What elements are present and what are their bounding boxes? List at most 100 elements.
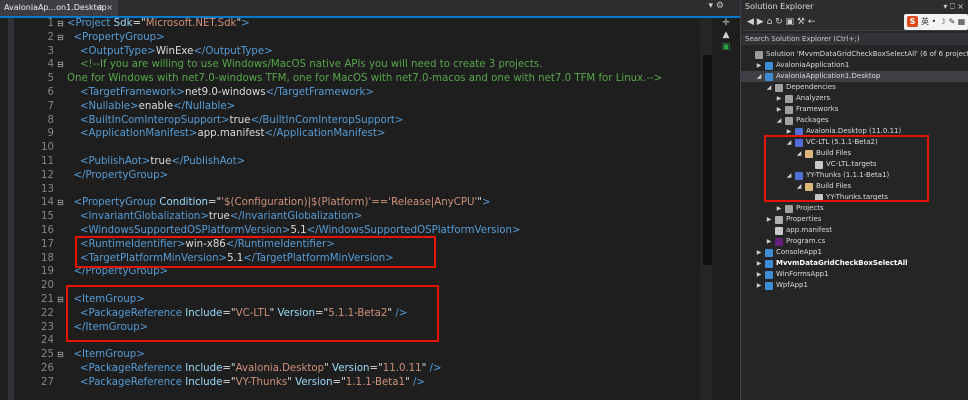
tree-item[interactable]: ▶ Analyzers xyxy=(741,93,968,104)
tree-item[interactable]: ▶ Program.cs xyxy=(741,236,968,247)
code-token: <PropertyGroup> xyxy=(73,31,165,43)
window-controls[interactable]: ▾ ⎕ × xyxy=(943,0,964,14)
code-token: Include xyxy=(185,376,223,388)
code-text: <PropertyGroup> xyxy=(67,31,165,45)
code-line[interactable]: 1 ⊟ <Project Sdk="Microsoft.NET.Sdk"> xyxy=(0,17,700,31)
code-line[interactable]: 14 ⊟ <PropertyGroup Condition="'$(Configu… xyxy=(0,196,700,210)
code-line[interactable]: 12 </PropertyGroup> xyxy=(0,169,700,183)
expand-arrow-icon[interactable]: ▶ xyxy=(765,214,773,225)
code-token: Project xyxy=(75,18,114,29)
expand-arrow-icon[interactable]: ▶ xyxy=(755,258,763,269)
expand-arrow-icon[interactable]: ▶ xyxy=(755,60,763,71)
expand-arrow-icon[interactable]: ◢ xyxy=(755,71,763,82)
code-line[interactable]: 8 <BuiltInComInteropSupport>true</BuiltI… xyxy=(0,114,700,128)
code-line[interactable]: 27 <PackageReference Include="VY-Thunks"… xyxy=(0,376,700,390)
code-line[interactable]: 11 <PublishAot>true</PublishAot> xyxy=(0,155,700,169)
tab-options-icon[interactable]: ▾ ⚙ xyxy=(709,1,724,11)
code-token: < xyxy=(67,18,76,29)
code-token: </BuiltInComInteropSupport> xyxy=(250,114,404,126)
code-line[interactable]: 13 xyxy=(0,183,700,197)
code-token: 11.0.11 xyxy=(382,362,422,374)
code-token: <BuiltInComInteropSupport> xyxy=(79,114,230,126)
code-line[interactable]: 4 ⊟ <!--If you are willing to use Windows… xyxy=(0,58,700,72)
code-token: <ApplicationManifest> xyxy=(79,128,198,140)
code-token: =" xyxy=(222,376,236,388)
code-token: <PublishAot> xyxy=(79,155,151,167)
line-number: 23 xyxy=(41,321,54,333)
ime-badge[interactable]: S 英 • ☽ ✎ ▦ xyxy=(904,14,968,30)
code-line[interactable]: 26 <PackageReference Include="Avalonia.D… xyxy=(0,362,700,376)
expand-arrow-icon[interactable]: ▶ xyxy=(755,247,763,258)
fold-toggle-icon[interactable]: ⊟ xyxy=(57,17,65,31)
code-token: app.manifest xyxy=(197,128,265,140)
code-editor[interactable]: AvaloniaAp...on1.Desktop ⊕ × ▾ ⚙ 1 ⊟ <Proj… xyxy=(0,0,740,400)
tree-item[interactable]: ▶ Frameworks xyxy=(741,104,968,115)
expand-arrow-icon[interactable]: ◢ xyxy=(765,82,773,93)
tree-item[interactable]: ▶ Projects xyxy=(741,203,968,214)
tree-item[interactable]: ▶ Properties xyxy=(741,214,968,225)
code-line[interactable]: 5 One for Windows with net7.0-windows TFM… xyxy=(0,72,700,86)
pin-icon[interactable]: ⊕ xyxy=(97,3,104,12)
tree-item[interactable]: ▶ WpfApp1 xyxy=(741,280,968,291)
code-line[interactable]: 15 <InvariantGlobalization>true</Invaria… xyxy=(0,210,700,224)
code-token: =" xyxy=(369,362,383,374)
fold-toggle-icon[interactable]: ⊟ xyxy=(57,58,65,72)
code-token: =" xyxy=(132,18,146,29)
code-line[interactable]: 3 <OutputType>WinExe</OutputType> xyxy=(0,45,700,59)
expand-arrow-icon[interactable]: ▶ xyxy=(755,280,763,291)
code-line[interactable]: 10 xyxy=(0,141,700,155)
code-line[interactable]: 7 <Nullable>enable</Nullable> xyxy=(0,100,700,114)
deps-icon xyxy=(785,116,793,125)
solution-search-input[interactable]: Search Solution Explorer (Ctrl+;) xyxy=(741,33,968,45)
solution-explorer-title-bar: Solution Explorer ▾ ⎕ × xyxy=(741,0,968,14)
expand-arrow-icon[interactable]: ▶ xyxy=(775,93,783,104)
solution-explorer-title: Solution Explorer xyxy=(745,2,814,11)
code-token: </Nullable> xyxy=(173,100,236,112)
expand-arrow-icon[interactable]: ▶ xyxy=(775,203,783,214)
code-text: <!--If you are willing to use Windows/Ma… xyxy=(67,58,542,72)
code-token: <PropertyGroup xyxy=(73,197,160,209)
scroll-up-icon[interactable]: ▲ xyxy=(712,30,740,42)
code-token: > xyxy=(481,197,491,209)
tree-item[interactable]: app.manifest xyxy=(741,225,968,236)
tree-item[interactable]: ◢ AvaloniaApplication1.Desktop xyxy=(741,71,968,82)
tree-item[interactable]: Solution 'MvvmDataGridCheckBoxSelectAll'… xyxy=(741,49,968,60)
expand-arrow-icon[interactable]: ◢ xyxy=(775,115,783,126)
document-tab[interactable]: AvaloniaAp...on1.Desktop ⊕ × xyxy=(0,0,118,16)
expand-arrow-icon[interactable]: ▶ xyxy=(765,236,773,247)
code-text: <PropertyGroup Condition="'$(Configurati… xyxy=(67,196,491,210)
toolbar-icons[interactable]: ◀ ▶ ⌂ ↻ ▣ ⚒ ← xyxy=(747,17,815,27)
expand-arrow-icon[interactable]: ▶ xyxy=(775,104,783,115)
fold-toggle-icon[interactable]: ⊟ xyxy=(57,348,65,362)
line-number: 13 xyxy=(41,183,54,195)
tree-item-label: WpfApp1 xyxy=(776,281,808,289)
fold-toggle-icon[interactable]: ⊟ xyxy=(57,196,65,210)
code-token: </PublishAot> xyxy=(171,155,246,167)
line-number: 1 xyxy=(47,18,54,29)
fold-toggle-icon[interactable]: ⊟ xyxy=(57,293,65,307)
code-line[interactable]: 9 <ApplicationManifest>app.manifest</App… xyxy=(0,127,700,141)
tree-item[interactable]: ◢ Packages xyxy=(741,115,968,126)
tree-item[interactable]: ▶ ConsoleApp1 xyxy=(741,247,968,258)
code-line[interactable]: 2 ⊟ <PropertyGroup> xyxy=(0,31,700,45)
code-line[interactable]: 25 ⊟ <ItemGroup> xyxy=(0,348,700,362)
expand-arrow-icon[interactable]: ▶ xyxy=(755,269,763,280)
ime-badge-label: 英 • ☽ ✎ ▦ xyxy=(921,17,966,26)
split-icon[interactable]: ✛ xyxy=(712,18,740,30)
code-line[interactable]: 6 <TargetFramework>net9.0-windows</Targe… xyxy=(0,86,700,100)
tree-item-label: MvvmDataGridCheckBoxSelectAll xyxy=(776,259,908,267)
project-icon xyxy=(765,270,773,279)
tree-item[interactable]: ▶ WinFormsApp1 xyxy=(741,269,968,280)
fold-toggle-icon[interactable]: ⊟ xyxy=(57,31,65,45)
deps-icon xyxy=(785,94,793,103)
code-token: net9.0-windows xyxy=(184,86,266,98)
tree-item[interactable]: ▶ MvvmDataGridCheckBoxSelectAll xyxy=(741,258,968,269)
tree-item-label: Dependencies xyxy=(786,83,836,91)
tree-item[interactable]: ◢ Dependencies xyxy=(741,82,968,93)
tree-item[interactable]: ▶ AvaloniaApplication1 xyxy=(741,60,968,71)
close-icon[interactable]: × xyxy=(106,3,113,12)
